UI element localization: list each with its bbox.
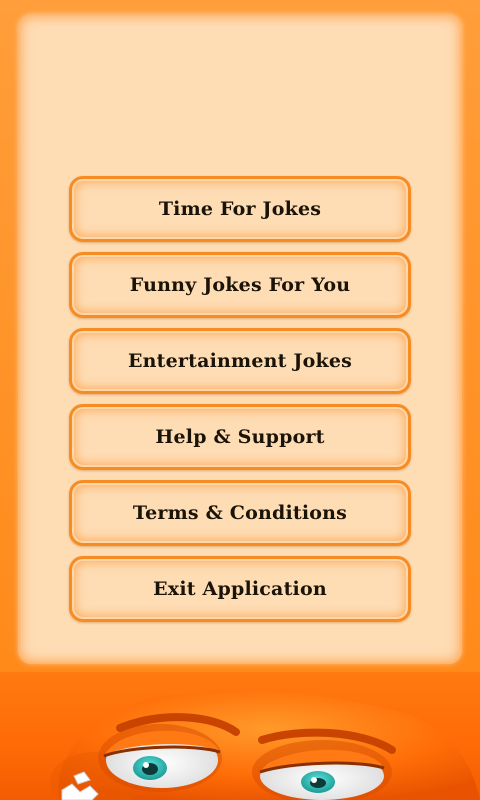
help-support-button[interactable]: Help & Support (69, 404, 411, 470)
entertainment-jokes-button[interactable]: Entertainment Jokes (69, 328, 411, 394)
angry-orange-face-icon (50, 690, 480, 800)
main-menu: Time For Jokes Funny Jokes For You Enter… (69, 176, 411, 622)
time-for-jokes-button[interactable]: Time For Jokes (69, 176, 411, 242)
terms-conditions-button[interactable]: Terms & Conditions (69, 480, 411, 546)
mascot-banner (0, 672, 480, 800)
funny-jokes-for-you-button[interactable]: Funny Jokes For You (69, 252, 411, 318)
exit-application-button[interactable]: Exit Application (69, 556, 411, 622)
